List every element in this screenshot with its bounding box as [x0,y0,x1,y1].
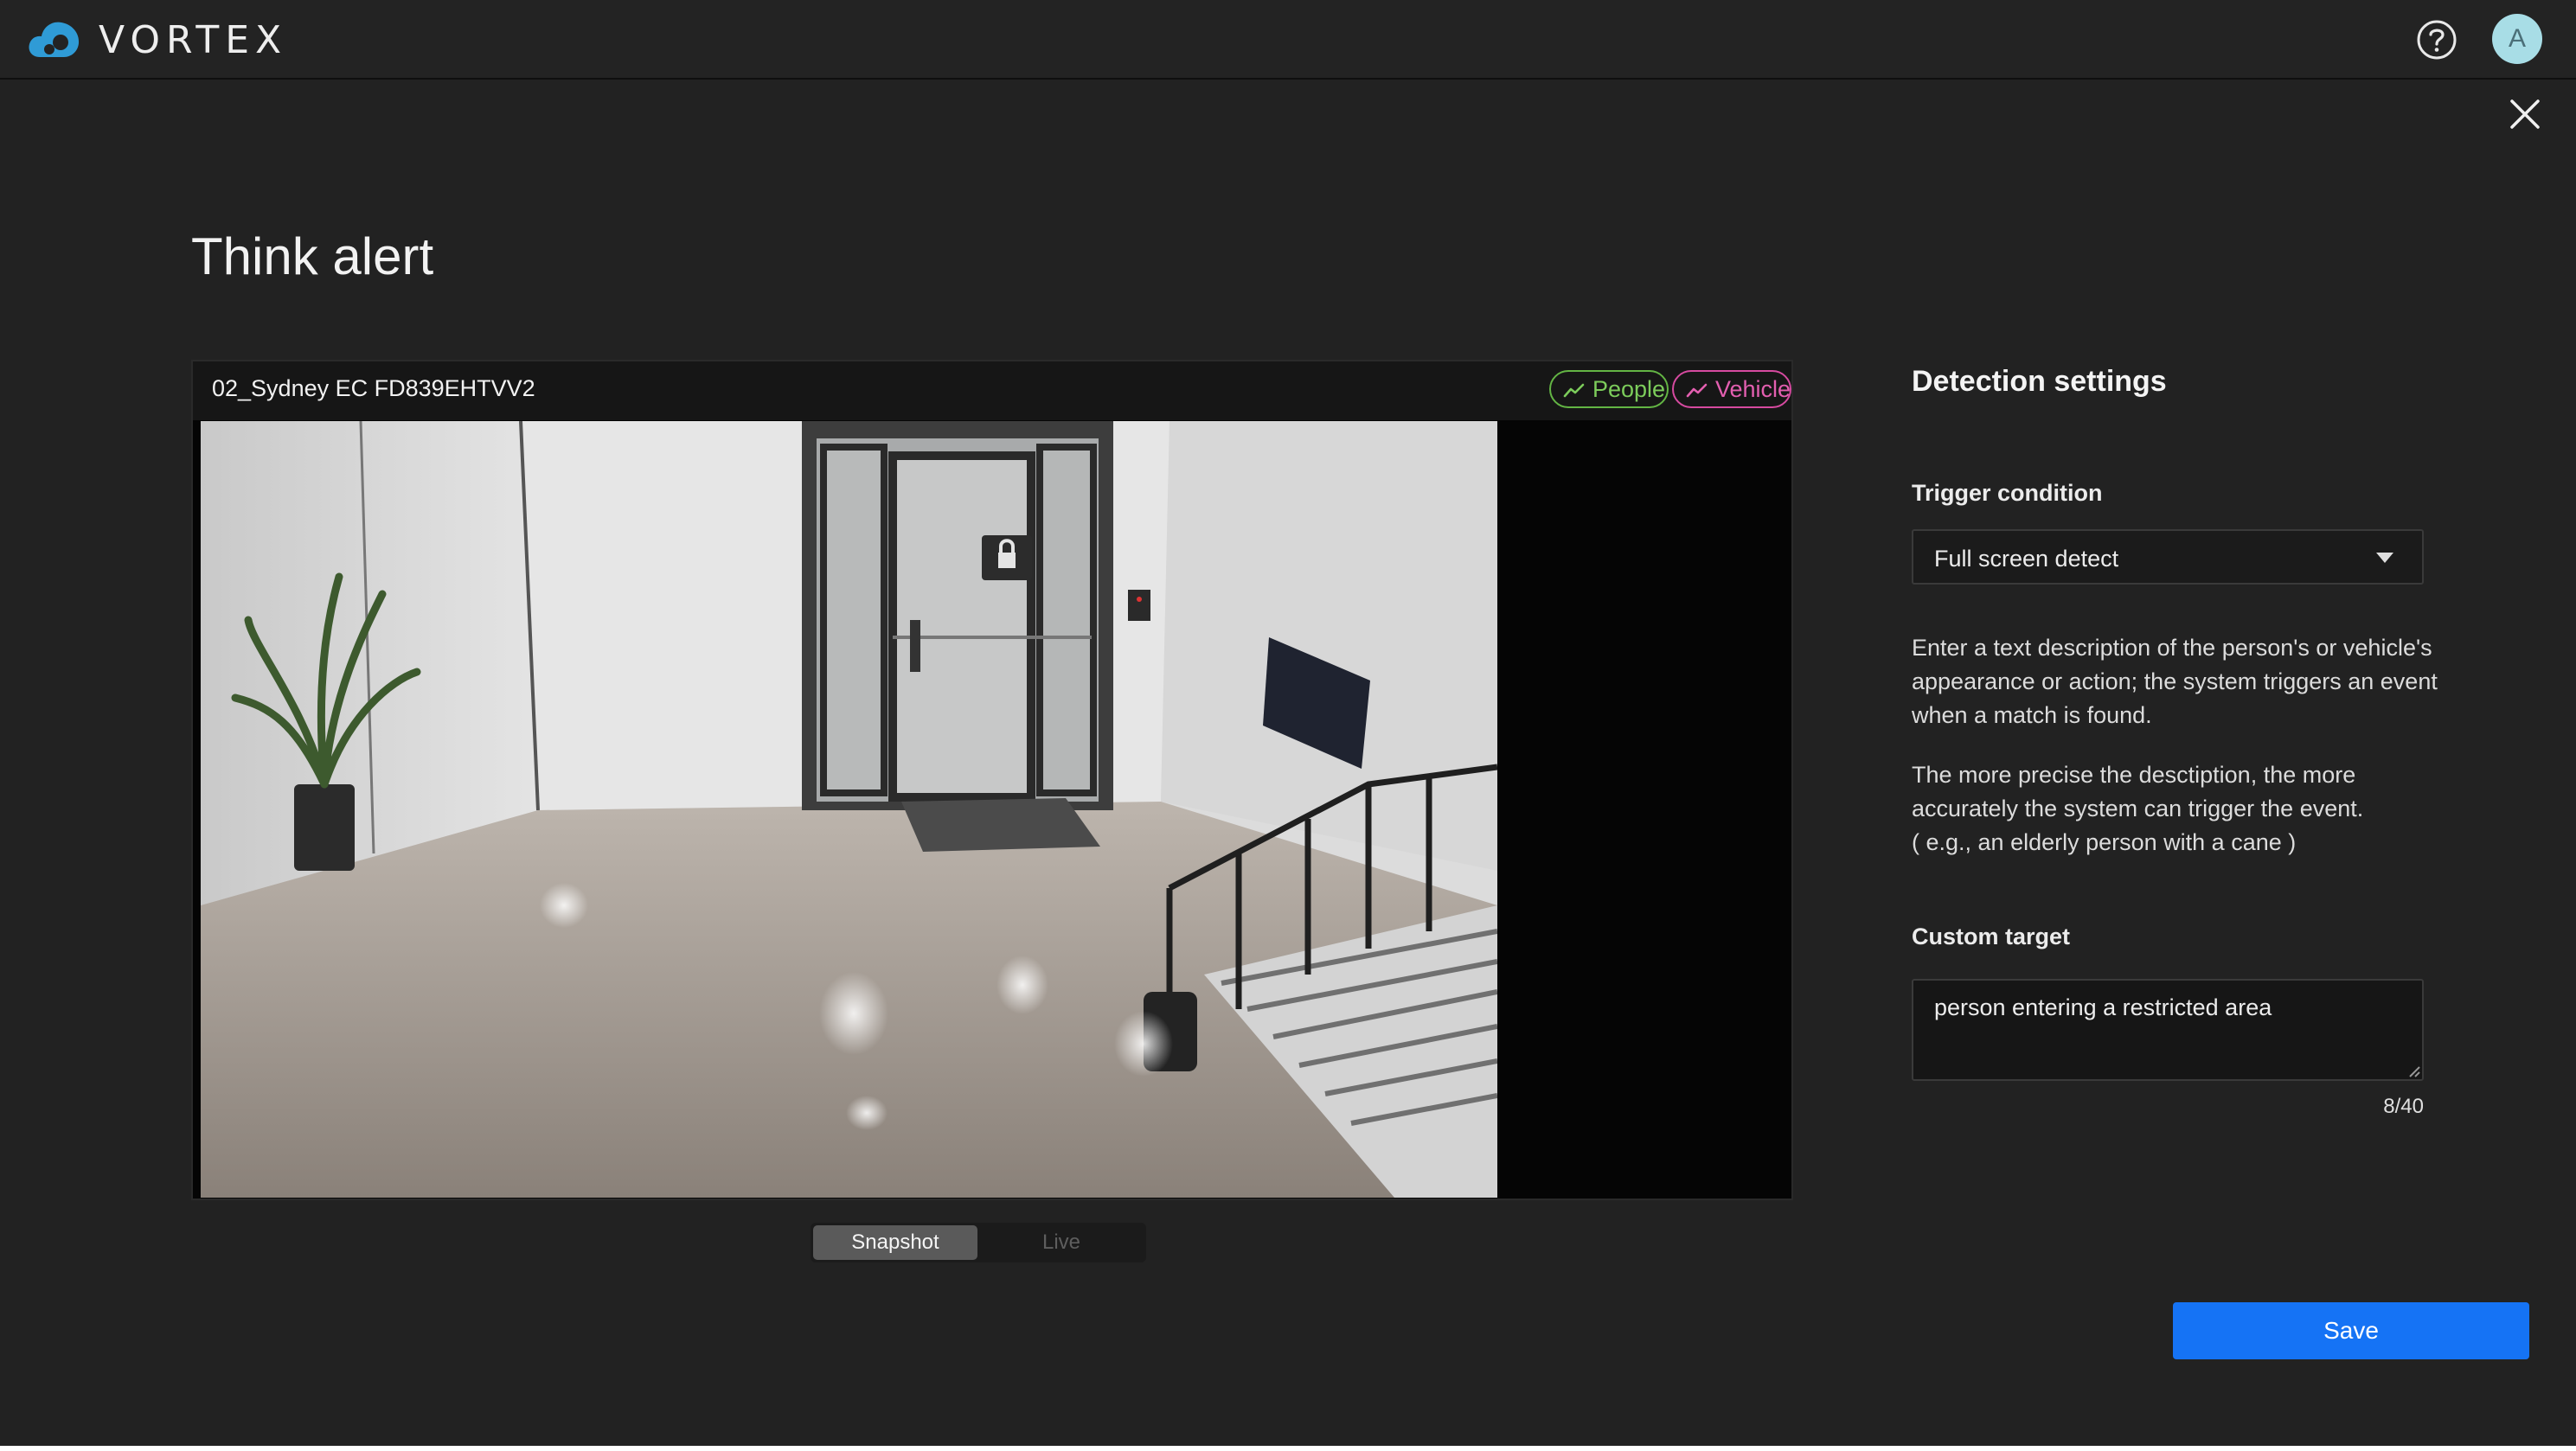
app-name: VORTEX [99,17,288,62]
vehicle-tag-label: Vehicle [1715,376,1791,402]
character-counter: 8/40 [2383,1095,2424,1118]
caret-down-icon [2376,553,2393,563]
view-mode-toggle: Snapshot Live [811,1223,1146,1262]
user-avatar[interactable]: A [2492,14,2542,64]
trend-icon [1686,383,1708,398]
custom-target-input[interactable]: person entering a restricted area [1912,979,2424,1081]
description-text: Enter a text description of the person's… [1912,635,2438,728]
trend-icon [1563,383,1585,398]
snapshot-tab[interactable]: Snapshot [813,1225,977,1260]
trigger-condition-label: Trigger condition [1912,480,2103,506]
page-title: Think alert [191,227,434,285]
vehicle-tag[interactable]: Vehicle [1672,370,1791,408]
trigger-condition-value: Full screen detect [1934,546,2119,572]
live-tab[interactable]: Live [979,1225,1144,1260]
resize-handle-icon[interactable] [2406,1064,2420,1077]
people-tag-label: People [1592,376,1666,402]
camera-name: 02_Sydney EC FD839EHTVV2 [212,375,535,401]
example-hint-text: ( e.g., an elderly person with a cane ) [1912,829,2297,855]
top-bar: VORTEX A [0,0,2576,80]
help-icon[interactable] [2415,18,2458,61]
trigger-condition-select[interactable]: Full screen detect [1912,529,2424,585]
camera-header: 02_Sydney EC FD839EHTVV2 People Vehicle [193,361,1791,420]
camera-panel: 02_Sydney EC FD839EHTVV2 People Vehicle [191,360,1793,1200]
save-button[interactable]: Save [2173,1302,2529,1359]
custom-target-label: Custom target [1912,924,2071,949]
people-tag[interactable]: People [1549,370,1669,408]
page-bottom-edge [0,1446,2576,1451]
app-logo[interactable]: VORTEX [26,17,287,62]
precision-hint-text: The more precise the desctiption, the mo… [1912,762,2364,821]
close-icon[interactable] [2508,97,2542,131]
cloud-logo-icon [29,22,80,57]
camera-feed-image[interactable] [201,421,1497,1198]
settings-title: Detection settings [1912,365,2167,398]
